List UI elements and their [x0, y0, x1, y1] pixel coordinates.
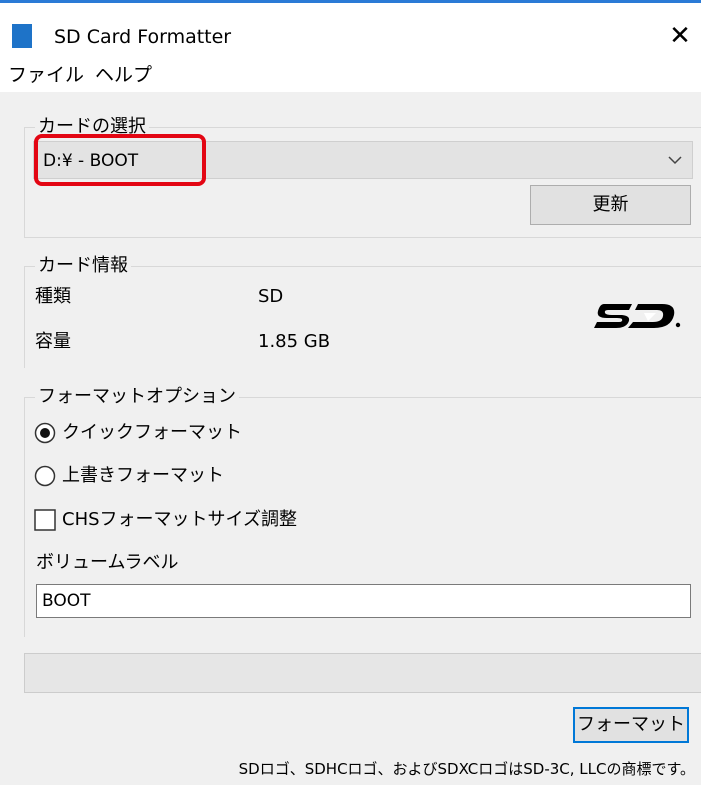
- quick-format-label: クイックフォーマット: [62, 422, 242, 443]
- sd-logo: [594, 304, 681, 328]
- menu-file[interactable]: ファイル: [8, 63, 84, 87]
- format-button[interactable]: フォーマット: [573, 707, 689, 743]
- sd-card-icon: [12, 24, 32, 48]
- card-type-label: 種類: [35, 286, 71, 307]
- card-select-group: カードの選択 D:¥ - BOOT 更新: [24, 114, 701, 238]
- volume-label-input[interactable]: BOOT: [36, 584, 691, 618]
- card-capacity-value: 1.85 GB: [258, 331, 331, 352]
- refresh-button[interactable]: 更新: [530, 185, 691, 225]
- close-icon: ✕: [669, 21, 691, 51]
- chs-adjust-label: CHSフォーマットサイズ調整: [62, 509, 297, 530]
- close-button[interactable]: ✕: [663, 19, 697, 53]
- card-select-value: D:¥ - BOOT: [43, 151, 139, 171]
- overwrite-format-label: 上書きフォーマット: [62, 465, 224, 486]
- card-info-legend: カード情報: [35, 253, 131, 279]
- card-select-dropdown[interactable]: D:¥ - BOOT: [33, 141, 693, 179]
- volume-label-caption: ボリュームラベル: [36, 552, 179, 573]
- card-select-legend: カードの選択: [35, 114, 149, 140]
- format-options-legend: フォーマットオプション: [35, 384, 239, 410]
- progress-bar: [24, 653, 701, 693]
- checkbox-icon: [34, 509, 56, 531]
- radio-selected-icon: [34, 422, 56, 444]
- menu-help[interactable]: ヘルプ: [95, 63, 152, 87]
- card-capacity-label: 容量: [35, 331, 71, 352]
- sd-card-formatter-window: SD Card Formatter ✕ ファイル ヘルプ カードの選択 D:¥ …: [0, 0, 701, 785]
- menu-bar: ファイル ヘルプ: [0, 60, 701, 92]
- window-title: SD Card Formatter: [54, 26, 232, 48]
- title-bar: SD Card Formatter ✕: [0, 0, 701, 60]
- trademark-notice: SDロゴ、SDHCロゴ、およびSDXCロゴはSD-3C, LLCの商標です。: [238, 760, 695, 778]
- radio-unselected-icon: [34, 465, 56, 487]
- chevron-down-icon: [668, 156, 682, 165]
- card-type-value: SD: [258, 286, 284, 307]
